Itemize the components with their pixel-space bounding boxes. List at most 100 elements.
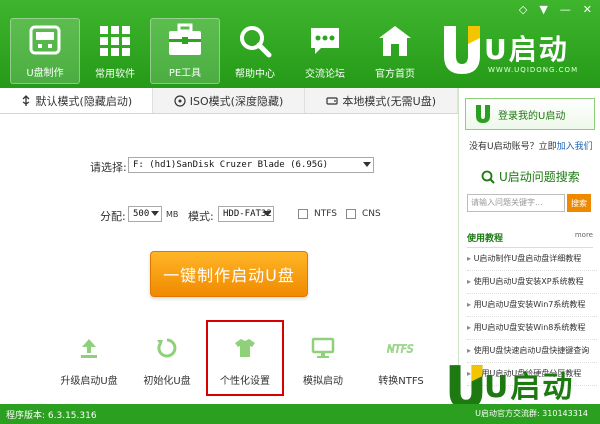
alloc-select[interactable]: 500 <box>128 206 162 222</box>
toolbox-icon <box>165 20 205 60</box>
more-link[interactable]: more <box>575 231 593 244</box>
search-button[interactable]: 搜索 <box>567 194 591 212</box>
search-section-title: U启动问题搜索 <box>481 168 580 185</box>
usb-drive-icon <box>25 20 65 60</box>
close-icon[interactable]: ✕ <box>583 4 592 16</box>
ntfs-checkbox[interactable]: NTFS <box>298 209 337 219</box>
tool-label: 初始化U盘 <box>143 376 191 387</box>
mode-tabs: 默认模式(隐藏启动) ISO模式(深度隐藏) 本地模式(无需U盘) <box>0 88 459 114</box>
refresh-icon <box>153 334 181 362</box>
nav-label: 常用软件 <box>95 69 135 80</box>
nav-label: 交流论坛 <box>305 69 345 80</box>
tool-simulate[interactable]: 模拟启动 <box>284 320 362 396</box>
brand-logo: U启动 WWW.UQIDONG.COM <box>440 22 580 82</box>
sidebar: 登录我的U启动 没有U启动账号？立即加入我们 U启动问题搜索 请输入问题关键字.… <box>458 88 600 404</box>
tool-upgrade[interactable]: 升级启动U盘 <box>50 320 128 396</box>
tool-label: 个性化设置 <box>220 376 270 387</box>
nav-label: PE工具 <box>168 68 202 79</box>
chevron-down-icon <box>363 162 371 167</box>
brand-url: WWW.UQIDONG.COM <box>488 66 579 74</box>
u-logo-icon <box>476 105 490 123</box>
chevron-down-icon <box>151 211 159 216</box>
tutorial-link[interactable]: 使用U启动U盘安装XP系统教程 <box>467 271 597 294</box>
checkbox-box[interactable] <box>346 209 356 219</box>
tutorial-header: 使用教程 more <box>467 231 593 248</box>
tab-label: 本地模式(无需U盘) <box>342 94 436 108</box>
version-label: 程序版本: 6.3.15.316 <box>6 410 97 421</box>
device-select[interactable]: F: (hd1)SanDisk Cruzer Blade (6.95G) <box>128 157 374 173</box>
tool-ntfs[interactable]: NTFS 转换NTFS <box>362 320 440 396</box>
tool-row: 升级启动U盘 初始化U盘 个性化设置 模拟启动 NTFS 转换NTFS <box>50 320 440 396</box>
upgrade-icon <box>75 334 103 362</box>
svg-text:NTFS: NTFS <box>387 344 414 356</box>
search-title-label: U启动问题搜索 <box>499 170 580 184</box>
menu-icon[interactable]: ▼ <box>539 4 547 16</box>
mode-select[interactable]: HDD-FAT32 <box>218 206 274 222</box>
nav-forum[interactable]: 交流论坛 <box>290 18 360 84</box>
make-bootable-usb-button[interactable]: 一键制作启动U盘 <box>150 251 308 297</box>
alloc-value: 500 <box>133 209 150 219</box>
nav-label: 官方首页 <box>375 69 415 80</box>
skin-icon[interactable]: ◇ <box>519 4 527 16</box>
main-nav: U盘制作 常用软件 PE工具 帮助中心 交流论坛 官方首页 <box>10 18 430 84</box>
cns-label: CNS <box>362 209 381 219</box>
tutorial-link[interactable]: 用U启动U盘安装Win7系统教程 <box>467 294 597 317</box>
magnifier-icon <box>235 21 275 61</box>
login-button[interactable]: 登录我的U启动 <box>465 98 595 130</box>
watermark-text: U启动 <box>484 370 575 405</box>
checkbox-box[interactable] <box>298 209 308 219</box>
tool-label: 升级启动U盘 <box>60 376 118 387</box>
minimize-icon[interactable]: — <box>560 4 571 16</box>
home-icon <box>375 21 415 61</box>
tool-label: 模拟启动 <box>303 376 343 387</box>
usb-plug-icon <box>22 94 29 106</box>
monitor-icon <box>309 334 337 362</box>
tutorial-link[interactable]: U启动制作U盘启动盘详细教程 <box>467 248 597 271</box>
nav-label: U盘制作 <box>26 68 64 79</box>
status-bar: 程序版本: 6.3.15.316 U启动官方交流群: 310143314 <box>0 404 600 424</box>
window-controls: ◇ ▼ — ✕ <box>519 4 592 16</box>
login-label: 登录我的U启动 <box>498 110 566 122</box>
tab-local-mode[interactable]: 本地模式(无需U盘) <box>305 88 459 113</box>
tshirt-icon <box>231 334 259 362</box>
tool-label: 转换NTFS <box>378 376 424 387</box>
alloc-unit: MB <box>166 210 179 219</box>
tool-personalize[interactable]: 个性化设置 <box>206 320 284 396</box>
main-panel: 请选择: F: (hd1)SanDisk Cruzer Blade (6.95G… <box>0 114 458 404</box>
search-input[interactable]: 请输入问题关键字... <box>467 194 565 212</box>
nav-home[interactable]: 官方首页 <box>360 18 430 84</box>
ntfs-icon: NTFS <box>387 334 415 362</box>
qq-group-label: U启动官方交流群: 310143314 <box>475 409 588 418</box>
tutorial-title: 使用教程 <box>467 234 504 244</box>
tab-iso-mode[interactable]: ISO模式(深度隐藏) <box>153 88 306 113</box>
no-account-text: 没有U启动账号？立即加入我们 <box>469 139 593 152</box>
chat-bubble-icon <box>305 21 345 61</box>
nav-software[interactable]: 常用软件 <box>80 18 150 84</box>
search-icon <box>481 170 495 184</box>
join-link[interactable]: 加入我们 <box>557 142 593 152</box>
no-account-label: 没有U启动账号？立即 <box>469 142 557 152</box>
tutorial-link[interactable]: 用U启动U盘安装Win8系统教程 <box>467 317 597 340</box>
u-logo-icon <box>444 26 480 74</box>
nav-usb-make[interactable]: U盘制作 <box>10 18 80 84</box>
tool-init[interactable]: 初始化U盘 <box>128 320 206 396</box>
nav-pe-tools[interactable]: PE工具 <box>150 18 220 84</box>
top-toolbar: ◇ ▼ — ✕ U盘制作 常用软件 PE工具 帮助中心 交流论坛 官方首页 U启… <box>0 0 600 88</box>
disc-icon <box>174 94 186 107</box>
app-window: ◇ ▼ — ✕ U盘制作 常用软件 PE工具 帮助中心 交流论坛 官方首页 U启… <box>0 0 600 424</box>
nav-label: 帮助中心 <box>235 69 275 80</box>
brand-text: U启动 <box>484 33 569 66</box>
nav-help[interactable]: 帮助中心 <box>220 18 290 84</box>
mode-label: 模式: <box>188 210 214 223</box>
grid-apps-icon <box>95 21 135 61</box>
tab-label: ISO模式(深度隐藏) <box>189 94 284 108</box>
tab-label: 默认模式(隐藏启动) <box>35 94 133 108</box>
device-label: 请选择: <box>90 161 127 174</box>
device-value: F: (hd1)SanDisk Cruzer Blade (6.95G) <box>133 160 329 170</box>
cns-checkbox[interactable]: CNS <box>346 209 381 219</box>
tab-default-mode[interactable]: 默认模式(隐藏启动) <box>0 88 153 113</box>
chevron-down-icon <box>263 211 271 216</box>
harddisk-icon <box>326 96 338 105</box>
alloc-label: 分配: <box>100 210 126 223</box>
ntfs-label: NTFS <box>314 209 337 219</box>
